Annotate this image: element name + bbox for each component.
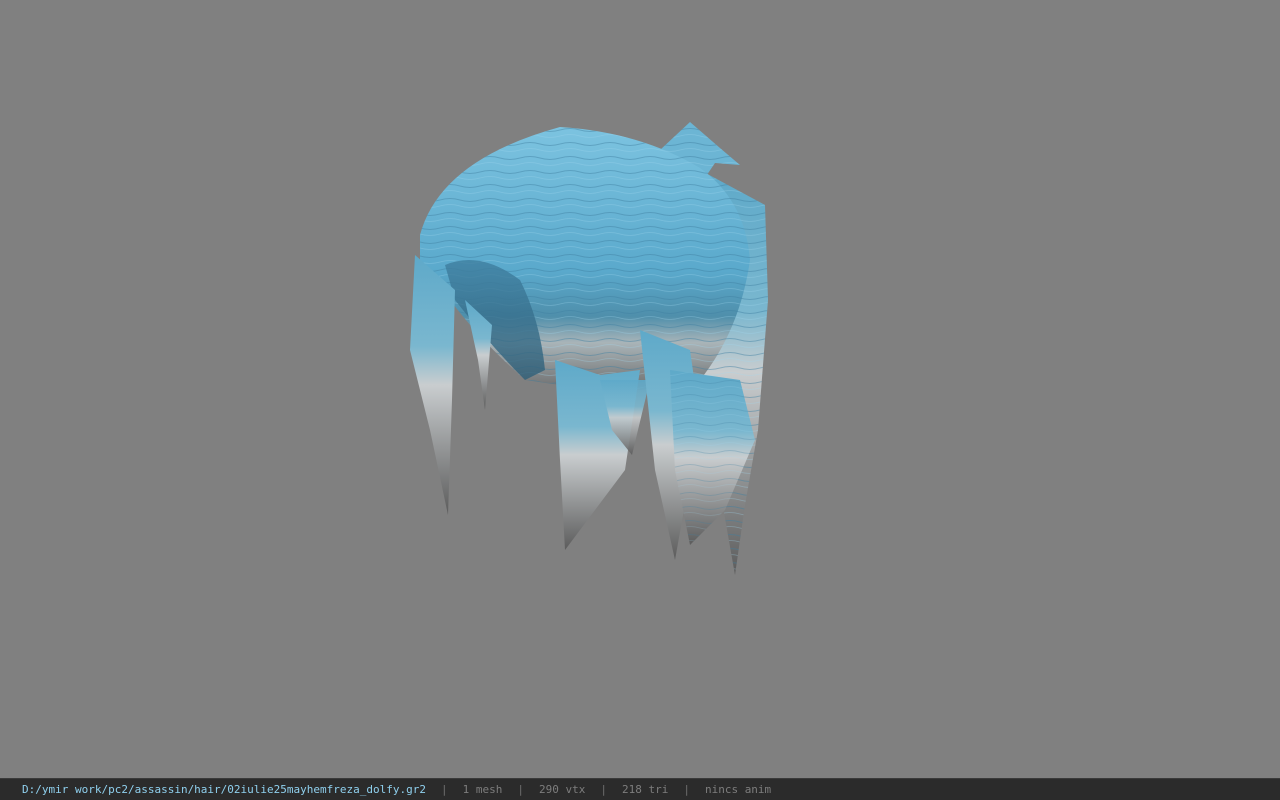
- animation-status: nincs anim: [704, 783, 772, 796]
- separator: |: [440, 783, 448, 796]
- mesh-count: 1 mesh: [462, 783, 503, 796]
- file-path: D:/ymir work/pc2/assassin/hair/02iulie25…: [22, 783, 426, 796]
- vertex-count: 290 vtx: [538, 783, 586, 796]
- status-bar: D:/ymir work/pc2/assassin/hair/02iulie25…: [0, 778, 1280, 800]
- separator: |: [517, 783, 524, 796]
- triangle-count: 218 tri: [621, 783, 669, 796]
- separator: |: [600, 783, 607, 796]
- hair-model: [410, 122, 768, 575]
- 3d-viewport[interactable]: [0, 0, 1280, 778]
- separator: |: [683, 783, 690, 796]
